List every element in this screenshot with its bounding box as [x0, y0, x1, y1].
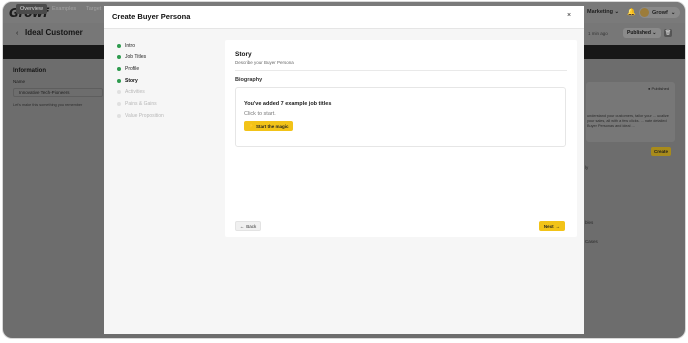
page-title: Ideal Customer [25, 28, 83, 37]
section-title: Story [235, 51, 252, 58]
close-icon[interactable]: × [567, 12, 571, 19]
biography-label: Biography [235, 77, 263, 83]
step-story[interactable]: Story [117, 77, 138, 85]
back-label: Back [246, 223, 257, 229]
step-activities: Activities [117, 88, 145, 96]
check-circle-icon [117, 55, 121, 59]
text-fragment: bles [585, 220, 594, 225]
status-label: Published [627, 30, 651, 36]
persona-card [586, 82, 675, 142]
step-label: Job Titles [125, 54, 147, 60]
back-button[interactable]: ← Back [235, 221, 261, 231]
step-profile[interactable]: Profile [117, 65, 139, 73]
published-badge: ● Published [648, 86, 670, 91]
name-hint: Let's make this something you remember [13, 103, 83, 107]
trash-icon[interactable]: 🗑 [664, 29, 672, 37]
bell-icon[interactable]: 🔔 [627, 8, 636, 16]
step-job-titles[interactable]: Job Titles [117, 53, 146, 61]
create-buyer-persona-modal: Create Buyer Persona × Intro Job Titles … [104, 6, 584, 334]
tab-overview[interactable]: Overview [16, 4, 47, 14]
back-arrow-icon[interactable]: ‹ [16, 30, 18, 37]
circle-icon [117, 102, 121, 106]
user-menu[interactable]: Growf ⌄ [639, 7, 680, 18]
avatar [640, 8, 649, 17]
status-dropdown[interactable]: Published ⌄ [623, 28, 661, 38]
persona-description: understand your customers, tailor your .… [587, 114, 669, 128]
step-intro[interactable]: Intro [117, 42, 135, 50]
arrow-right-icon: → [555, 223, 561, 229]
lightning-icon: ⚡ [248, 123, 255, 128]
chevron-down-icon: ⌄ [614, 9, 620, 15]
chevron-down-icon: ⌄ [652, 30, 657, 36]
name-label: Name [13, 79, 26, 84]
tab-examples[interactable]: Examples [52, 4, 76, 14]
modal-title: Create Buyer Persona [112, 12, 191, 21]
workspace-switcher[interactable]: Marketing ⌄ [587, 9, 619, 15]
circle-icon [117, 90, 121, 94]
step-label: Activities [125, 89, 145, 95]
tab-target[interactable]: Target [86, 4, 101, 14]
start-magic-label: Start the magic [256, 123, 289, 129]
text-fragment: Cases [585, 239, 598, 244]
step-value-proposition: Value Proposition [117, 112, 164, 120]
autosave-status: 1 min ago [588, 31, 608, 36]
information-heading: Information [13, 68, 46, 74]
step-label: Profile [125, 66, 140, 72]
name-field[interactable]: Innovative Tech-Pioneers [13, 88, 103, 97]
step-label: Pains & Gains [125, 101, 157, 107]
check-circle-icon [117, 79, 121, 83]
create-button[interactable]: Create [651, 147, 672, 156]
check-circle-icon [117, 67, 121, 71]
next-button[interactable]: Next → [539, 221, 565, 231]
circle-icon [117, 114, 121, 118]
divider [235, 70, 567, 71]
workspace-label: Marketing [587, 9, 613, 15]
chevron-down-icon: ⌄ [670, 9, 676, 16]
biography-message: You've added 7 example job titles [244, 101, 332, 107]
section-subtitle: Describe your Buyer Persona [235, 60, 294, 65]
biography-hint: Click to start. [244, 111, 276, 117]
biography-box[interactable] [235, 87, 566, 147]
arrow-left-icon: ← [239, 223, 245, 229]
user-name: Growf [652, 9, 668, 16]
step-label: Value Proposition [125, 113, 164, 119]
step-label: Intro [125, 43, 136, 49]
step-label: Story [125, 78, 138, 84]
check-circle-icon [117, 44, 121, 48]
step-pains-gains: Pains & Gains [117, 100, 157, 108]
next-label: Next [543, 223, 554, 229]
text-fragment: ly [585, 165, 589, 170]
start-magic-button[interactable]: ⚡ Start the magic [244, 121, 293, 131]
